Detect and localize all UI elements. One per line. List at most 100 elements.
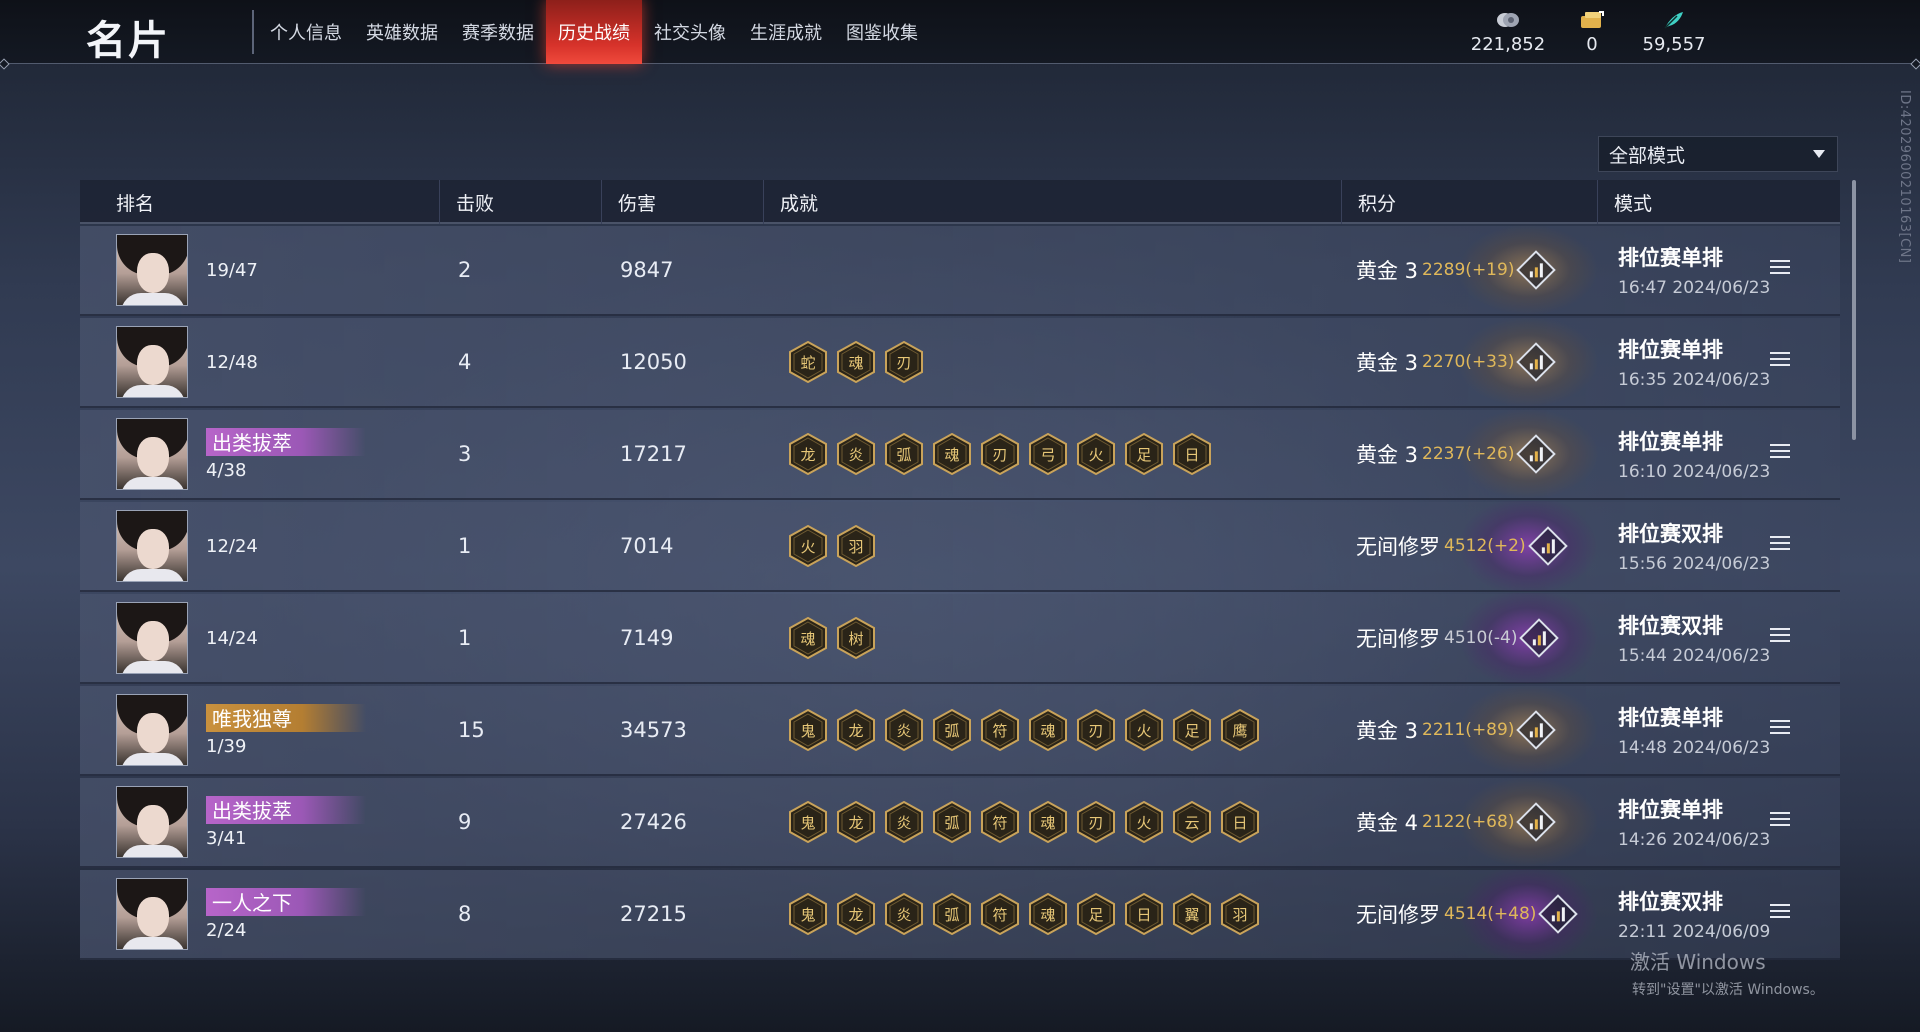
avatar-body [121, 845, 185, 857]
mode-filter-dropdown[interactable]: 全部模式 [1598, 136, 1838, 172]
achievement-icon[interactable]: 足 [1076, 893, 1116, 935]
avatar[interactable] [116, 602, 188, 674]
header-mode: 模式 [1614, 192, 1653, 215]
achievement-icon[interactable]: 龙 [836, 709, 876, 751]
achievement-icon[interactable]: 火 [1076, 433, 1116, 475]
achievement-icon[interactable]: 弧 [884, 433, 924, 475]
avatar[interactable] [116, 234, 188, 306]
achievement-icon[interactable]: 龙 [788, 433, 828, 475]
table-row[interactable]: 一人之下 2/24 8 27215 鬼 龙 炎 弧 符 魂 足 日 翼 羽 无间修罗 4514(+… [80, 869, 1840, 960]
achievement-icon[interactable]: 魂 [788, 617, 828, 659]
achievement-icon[interactable]: 炎 [884, 709, 924, 751]
table-row[interactable]: 12/48 4 12050 蛇 魂 刃 黄金 3 2270(+33) 排位赛单排 1… [80, 317, 1840, 408]
achievement-glyph: 羽 [1232, 905, 1248, 924]
table-row[interactable]: 唯我独尊 1/39 15 34573 鬼 龙 炎 弧 符 魂 刃 火 足 鹰 黄金 3 2211(… [80, 685, 1840, 776]
achievement-glyph: 弧 [896, 445, 912, 464]
table-row[interactable]: 出类拔萃 4/38 3 17217 龙 炎 弧 魂 刃 弓 火 足 日 黄金 3 2237(+2… [80, 409, 1840, 500]
achievement-icon[interactable]: 日 [1124, 893, 1164, 935]
achievement-icon[interactable]: 符 [980, 893, 1020, 935]
achievement-glyph: 树 [848, 629, 864, 648]
achievement-icon[interactable]: 符 [980, 709, 1020, 751]
achievement-icon[interactable]: 符 [980, 801, 1020, 843]
score-cell: 无间修罗 4510(-4) [1342, 593, 1598, 683]
match-detail-menu-icon[interactable] [1770, 352, 1790, 370]
achievement-icon[interactable]: 弓 [1028, 433, 1068, 475]
match-detail-menu-icon[interactable] [1770, 904, 1790, 922]
avatar[interactable] [116, 326, 188, 398]
achievement-glyph: 火 [800, 537, 816, 556]
achievement-icon[interactable]: 火 [1124, 801, 1164, 843]
achievement-icon[interactable]: 火 [1124, 709, 1164, 751]
achievement-icon[interactable]: 鹰 [1220, 709, 1260, 751]
achievement-icon[interactable]: 羽 [836, 525, 876, 567]
match-detail-menu-icon[interactable] [1770, 628, 1790, 646]
header-achievements: 成就 [764, 180, 1342, 224]
score-cell: 黄金 3 2237(+26) [1342, 409, 1598, 499]
rank-cell: 出类拔萃 3/41 [80, 777, 440, 867]
coin-icon [1495, 10, 1521, 30]
tab-5[interactable]: 生涯成就 [738, 0, 834, 64]
achievement-icon[interactable]: 刃 [1076, 709, 1116, 751]
match-detail-menu-icon[interactable] [1770, 720, 1790, 738]
achievement-icon[interactable]: 龙 [836, 801, 876, 843]
tab-4[interactable]: 社交头像 [642, 0, 738, 64]
achievement-icon[interactable]: 羽 [1220, 893, 1260, 935]
table-scrollbar[interactable] [1852, 180, 1856, 440]
achievement-icon[interactable]: 魂 [932, 433, 972, 475]
achievement-icon[interactable]: 弧 [932, 893, 972, 935]
avatar[interactable] [116, 418, 188, 490]
achievement-icon[interactable]: 弧 [932, 801, 972, 843]
match-detail-menu-icon[interactable] [1770, 444, 1790, 462]
achievement-icon[interactable]: 弧 [932, 709, 972, 751]
avatar[interactable] [116, 694, 188, 766]
achievement-icon[interactable]: 炎 [836, 433, 876, 475]
achievement-icon[interactable]: 蛇 [788, 341, 828, 383]
achievement-icon[interactable]: 翼 [1172, 893, 1212, 935]
score-points: 4510(-4) [1444, 628, 1518, 648]
achievement-icon[interactable]: 鬼 [788, 893, 828, 935]
table-row[interactable]: 出类拔萃 3/41 9 27426 鬼 龙 炎 弧 符 魂 刃 火 云 日 黄金 4 2122(+… [80, 777, 1840, 868]
kills-value: 4 [458, 350, 472, 374]
match-detail-menu-icon[interactable] [1770, 812, 1790, 830]
achievement-icon[interactable]: 火 [788, 525, 828, 567]
bar-chart-icon [1529, 447, 1543, 461]
achievement-icon[interactable]: 魂 [1028, 709, 1068, 751]
achievement-icon[interactable]: 刃 [884, 341, 924, 383]
achievement-icon[interactable]: 日 [1220, 801, 1260, 843]
avatar[interactable] [116, 786, 188, 858]
achievement-icon[interactable]: 炎 [884, 801, 924, 843]
achievement-icon[interactable]: 日 [1172, 433, 1212, 475]
tab-2[interactable]: 赛季数据 [450, 0, 546, 64]
table-row[interactable]: 14/24 1 7149 魂树 无间修罗 4510(-4) 排位赛双排 15:4… [80, 593, 1840, 684]
bar-chart-icon [1529, 815, 1543, 829]
achievement-icon[interactable]: 云 [1172, 801, 1212, 843]
achievement-icon[interactable]: 刃 [980, 433, 1020, 475]
tab-0[interactable]: 个人信息 [258, 0, 354, 64]
avatar[interactable] [116, 878, 188, 950]
match-detail-menu-icon[interactable] [1770, 260, 1790, 278]
edge-ornament-right [1910, 58, 1920, 70]
achievement-icon[interactable]: 炎 [884, 893, 924, 935]
achievement-icon[interactable]: 鬼 [788, 801, 828, 843]
achievement-icon[interactable]: 龙 [836, 893, 876, 935]
achievement-icon[interactable]: 魂 [1028, 893, 1068, 935]
achievement-icon[interactable]: 树 [836, 617, 876, 659]
match-detail-menu-icon[interactable] [1770, 536, 1790, 554]
rank-info: 出类拔萃 3/41 [206, 795, 366, 849]
achievement-icon[interactable]: 足 [1172, 709, 1212, 751]
achievement-icon[interactable]: 魂 [836, 341, 876, 383]
achievement-icon[interactable]: 鬼 [788, 709, 828, 751]
damage-value: 12050 [620, 350, 687, 374]
mode-name: 排位赛单排 [1618, 430, 1723, 454]
achievement-icon[interactable]: 魂 [1028, 801, 1068, 843]
table-row[interactable]: 19/47 2 9847 黄金 3 2289(+19) 排位赛单排 16:47 … [80, 225, 1840, 316]
achievement-icon[interactable]: 刃 [1076, 801, 1116, 843]
avatar[interactable] [116, 510, 188, 582]
table-row[interactable]: 12/24 1 7014 火羽 无间修罗 4512(+2) 排位赛双排 15:5… [80, 501, 1840, 592]
tab-6[interactable]: 图鉴收集 [834, 0, 930, 64]
achievement-icon[interactable]: 足 [1124, 433, 1164, 475]
tab-1[interactable]: 英雄数据 [354, 0, 450, 64]
achievements-cell: 鬼龙炎弧符魂刃火足鹰 [764, 685, 1342, 775]
tab-3[interactable]: 历史战绩 [546, 0, 642, 64]
achievement-glyph: 弓 [1040, 445, 1056, 464]
